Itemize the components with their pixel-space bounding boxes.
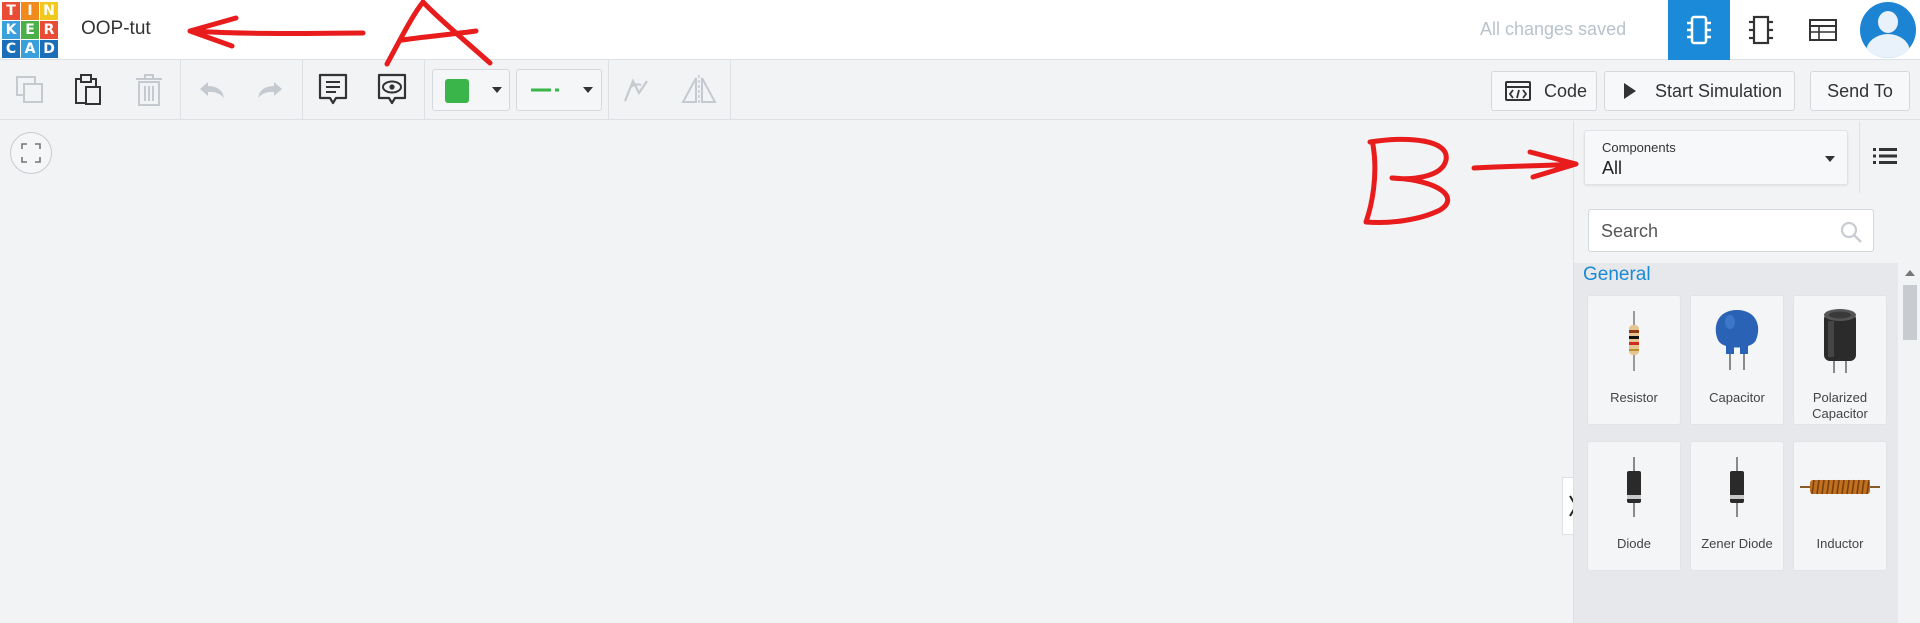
wire-type-icon [531, 88, 559, 92]
flip-button[interactable] [677, 68, 721, 112]
send-to-button[interactable]: Send To [1810, 71, 1910, 111]
part-card-resistor[interactable]: Resistor [1587, 295, 1681, 425]
part-card-diode[interactable]: Diode [1587, 441, 1681, 571]
annotation-arrow-b [1471, 149, 1579, 180]
inductor-icon [1800, 479, 1880, 495]
components-dropdown-value: All [1602, 158, 1623, 178]
search-icon[interactable] [1839, 220, 1863, 244]
copy-button[interactable] [8, 68, 52, 112]
logo-letter: C [2, 40, 20, 58]
avatar-head-shape [1878, 11, 1898, 33]
components-dropdown[interactable]: Components All [1584, 130, 1848, 185]
play-icon [1624, 83, 1636, 99]
code-button[interactable]: Code [1491, 71, 1597, 111]
project-title[interactable]: OOP-tut [81, 18, 151, 40]
circuit-view-icon [1687, 15, 1711, 45]
chevron-down-icon [1825, 156, 1835, 162]
part-card-zener-diode[interactable]: Zener Diode [1690, 441, 1784, 571]
parts-scrollbar[interactable] [1900, 263, 1920, 623]
toolbar-divider [180, 60, 181, 119]
wire-type-dropdown[interactable] [516, 69, 602, 111]
avatar-body-shape [1866, 34, 1910, 58]
category-title: General [1583, 264, 1651, 285]
circuit-view-button[interactable] [1668, 0, 1730, 60]
toolbar-divider [608, 60, 609, 119]
capacitor-icon [1715, 310, 1759, 370]
list-view-icon [1873, 148, 1897, 164]
annotation-letter-b [1363, 136, 1451, 225]
code-button-label: Code [1544, 80, 1588, 101]
toolbar: Code Start Simulation Send To [0, 60, 1920, 120]
logo-letter: T [2, 2, 20, 20]
tinkercad-logo[interactable]: T I N K E R C A D [2, 2, 58, 58]
zener-diode-icon [1730, 457, 1744, 517]
chevron-down-icon [583, 87, 593, 93]
component-list-icon [1809, 19, 1837, 41]
part-name: Capacitor [1709, 390, 1765, 405]
part-name: Resistor [1610, 390, 1658, 405]
redo-button[interactable] [248, 68, 292, 112]
toolbar-divider [424, 60, 425, 119]
wire-color-swatch [445, 79, 469, 103]
components-dropdown-label: Components [1602, 140, 1676, 155]
toolbar-divider [302, 60, 303, 119]
component-list-button[interactable] [1792, 0, 1854, 60]
logo-letter: D [40, 40, 58, 58]
logo-letter: E [21, 21, 39, 39]
logo-letter: I [21, 2, 39, 20]
part-card-polarized-capacitor[interactable]: Polarized Capacitor [1793, 295, 1887, 425]
toggle-notes-visibility-button[interactable] [370, 68, 414, 112]
part-name: Zener Diode [1701, 536, 1773, 551]
wire-color-dropdown[interactable] [432, 69, 510, 111]
part-name: Diode [1617, 536, 1651, 551]
paste-button[interactable] [66, 68, 110, 112]
schematic-view-button[interactable] [1730, 0, 1792, 60]
note-icon [318, 73, 348, 105]
scrollbar-thumb[interactable] [1903, 285, 1917, 340]
part-card-capacitor[interactable]: Capacitor [1690, 295, 1784, 425]
eye-note-icon [377, 73, 407, 105]
logo-letter: R [40, 21, 58, 39]
resistor-icon [1629, 311, 1639, 371]
send-to-label: Send To [1827, 80, 1893, 101]
user-avatar[interactable] [1860, 2, 1916, 58]
copy-icon [16, 76, 43, 103]
delete-button[interactable] [127, 68, 171, 112]
part-name: Inductor [1816, 536, 1864, 551]
undo-button[interactable] [190, 68, 234, 112]
flip-icon [681, 75, 717, 105]
chevron-down-icon [492, 87, 502, 93]
undo-icon [200, 82, 224, 98]
notes-button[interactable] [311, 68, 355, 112]
paste-icon [75, 74, 101, 105]
logo-letter: N [40, 2, 58, 20]
logo-letter: K [2, 21, 20, 39]
app-header: T I N K E R C A D OOP-tut All changes sa… [0, 0, 1920, 60]
start-simulation-button[interactable]: Start Simulation [1604, 71, 1795, 111]
rotate-button[interactable] [614, 68, 658, 112]
scroll-up-icon[interactable] [1905, 270, 1915, 276]
diode-icon [1627, 457, 1641, 517]
schematic-view-icon [1749, 15, 1773, 45]
part-card-inductor[interactable]: Inductor [1793, 441, 1887, 571]
toolbar-divider [730, 60, 731, 119]
trash-icon [136, 74, 162, 106]
redo-icon [258, 82, 282, 98]
logo-letter: A [21, 40, 39, 58]
polarized-capacitor-icon [1824, 309, 1856, 373]
start-simulation-label: Start Simulation [1655, 80, 1783, 101]
list-view-button[interactable] [1860, 130, 1910, 182]
rotate-icon [623, 78, 648, 102]
search-box [1588, 209, 1874, 253]
search-input[interactable] [1599, 210, 1833, 253]
save-status: All changes saved [1480, 19, 1627, 39]
fit-view-icon [21, 143, 41, 163]
code-icon [1505, 81, 1531, 101]
fit-view-button[interactable] [10, 132, 52, 174]
part-name: Polarized Capacitor [1812, 390, 1868, 421]
